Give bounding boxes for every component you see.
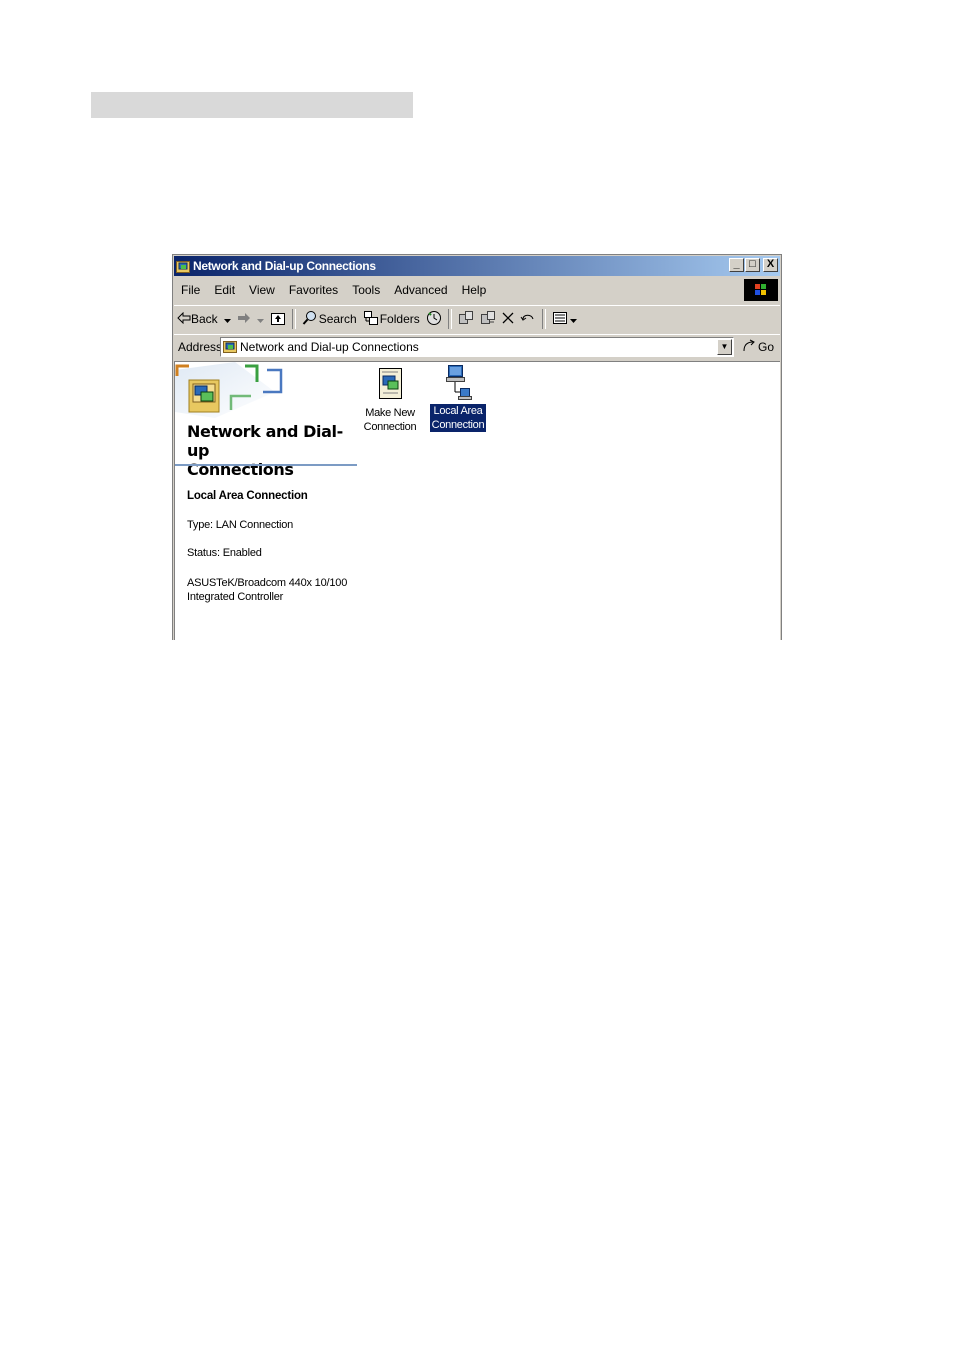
menu-help[interactable]: Help	[455, 283, 494, 297]
make-new-connection-icon	[374, 366, 406, 402]
content-area: Network and Dial-up Connections Local Ar…	[174, 361, 780, 640]
menu-view[interactable]: View	[242, 283, 282, 297]
menu-bar: File Edit View Favorites Tools Advanced …	[174, 279, 780, 301]
forward-arrow-icon	[237, 312, 251, 327]
up-folder-icon	[270, 311, 286, 328]
toolbar-separator	[291, 309, 296, 329]
panel-divider	[175, 464, 357, 466]
up-folder-button[interactable]	[267, 308, 289, 330]
chevron-down-icon	[256, 312, 264, 326]
folders-label: Folders	[379, 312, 420, 326]
address-dropdown-button[interactable]: ▼	[717, 339, 732, 355]
info-panel: Network and Dial-up Connections Local Ar…	[175, 362, 357, 640]
icon-label-line2: Connection	[431, 419, 485, 431]
explorer-window: Network and Dial-up Connections _ □ X Fi…	[172, 254, 782, 640]
icon-label-line2: Connection	[363, 421, 417, 433]
go-button[interactable]: Go	[742, 339, 774, 356]
toolbar-separator	[447, 309, 452, 329]
device-line1: ASUSTeK/Broadcom 440x 10/100	[187, 577, 348, 589]
folders-button[interactable]: Folders	[360, 308, 423, 330]
toolbar-separator	[541, 309, 546, 329]
delete-x-icon	[502, 312, 514, 327]
move-to-icon	[458, 310, 474, 329]
menu-advanced[interactable]: Advanced	[387, 283, 454, 297]
back-button[interactable]: Back	[174, 308, 234, 330]
chevron-down-icon	[223, 312, 231, 326]
views-icon	[552, 311, 568, 328]
search-icon	[302, 310, 318, 329]
local-area-connection-label: Local Area Connection	[428, 404, 488, 432]
network-folder-icon	[176, 259, 190, 273]
address-bar: Address Network and Dial-up Connections …	[174, 334, 780, 359]
address-input[interactable]: Network and Dial-up Connections ▼	[220, 337, 734, 357]
windows-logo-icon	[744, 279, 778, 301]
maximize-button[interactable]: □	[745, 258, 760, 272]
search-button[interactable]: Search	[299, 308, 360, 330]
address-value: Network and Dial-up Connections	[240, 340, 419, 354]
gray-bar	[91, 92, 413, 118]
history-icon	[426, 310, 442, 329]
copy-to-icon	[480, 310, 496, 329]
menu-tools[interactable]: Tools	[345, 283, 387, 297]
connection-type: Type: LAN Connection	[187, 519, 294, 531]
selected-label-box: Local Area Connection	[429, 404, 487, 432]
folders-icon	[363, 310, 379, 329]
panel-title-line2: Connections	[187, 460, 294, 479]
panel-title: Network and Dial-up Connections	[187, 422, 357, 479]
history-button[interactable]	[423, 308, 445, 330]
make-new-connection-item[interactable]: Make New Connection	[360, 366, 420, 434]
window-title: Network and Dial-up Connections	[193, 259, 376, 273]
undo-icon	[520, 311, 536, 328]
icon-label-line1: Local Area	[433, 405, 483, 417]
local-area-connection-item[interactable]: Local Area Connection	[428, 362, 488, 432]
chevron-down-icon	[569, 312, 577, 326]
network-folder-icon	[223, 339, 237, 356]
move-to-button[interactable]	[455, 308, 477, 330]
panel-title-line1: Network and Dial-up	[187, 422, 343, 460]
selected-connection-name: Local Area Connection	[187, 490, 308, 502]
menu-favorites[interactable]: Favorites	[282, 283, 345, 297]
title-bar[interactable]: Network and Dial-up Connections _ □ X	[174, 256, 780, 276]
menu-edit[interactable]: Edit	[207, 283, 242, 297]
back-label: Back	[191, 312, 218, 326]
search-label: Search	[318, 312, 357, 326]
standard-toolbar: Back Search Folders	[174, 305, 780, 332]
go-arrow-icon	[742, 339, 756, 356]
delete-button[interactable]	[499, 308, 517, 330]
copy-to-button[interactable]	[477, 308, 499, 330]
panel-banner-graphic	[175, 362, 357, 418]
device-line2: Integrated Controller	[187, 591, 284, 603]
menu-file[interactable]: File	[174, 283, 207, 297]
go-label: Go	[758, 340, 775, 354]
forward-button[interactable]	[234, 308, 267, 330]
connection-device: ASUSTeK/Broadcom 440x 10/100 Integrated …	[187, 576, 347, 604]
connection-status: Status: Enabled	[187, 547, 262, 559]
views-button[interactable]	[549, 308, 580, 330]
make-new-connection-label: Make New Connection	[360, 406, 420, 434]
close-button[interactable]: X	[763, 258, 778, 272]
minimize-button[interactable]: _	[729, 258, 744, 272]
back-arrow-icon	[177, 311, 191, 327]
address-label: Address	[178, 340, 223, 354]
undo-button[interactable]	[517, 308, 539, 330]
local-area-connection-icon	[442, 362, 474, 402]
icon-label-line1: Make New	[365, 407, 415, 419]
